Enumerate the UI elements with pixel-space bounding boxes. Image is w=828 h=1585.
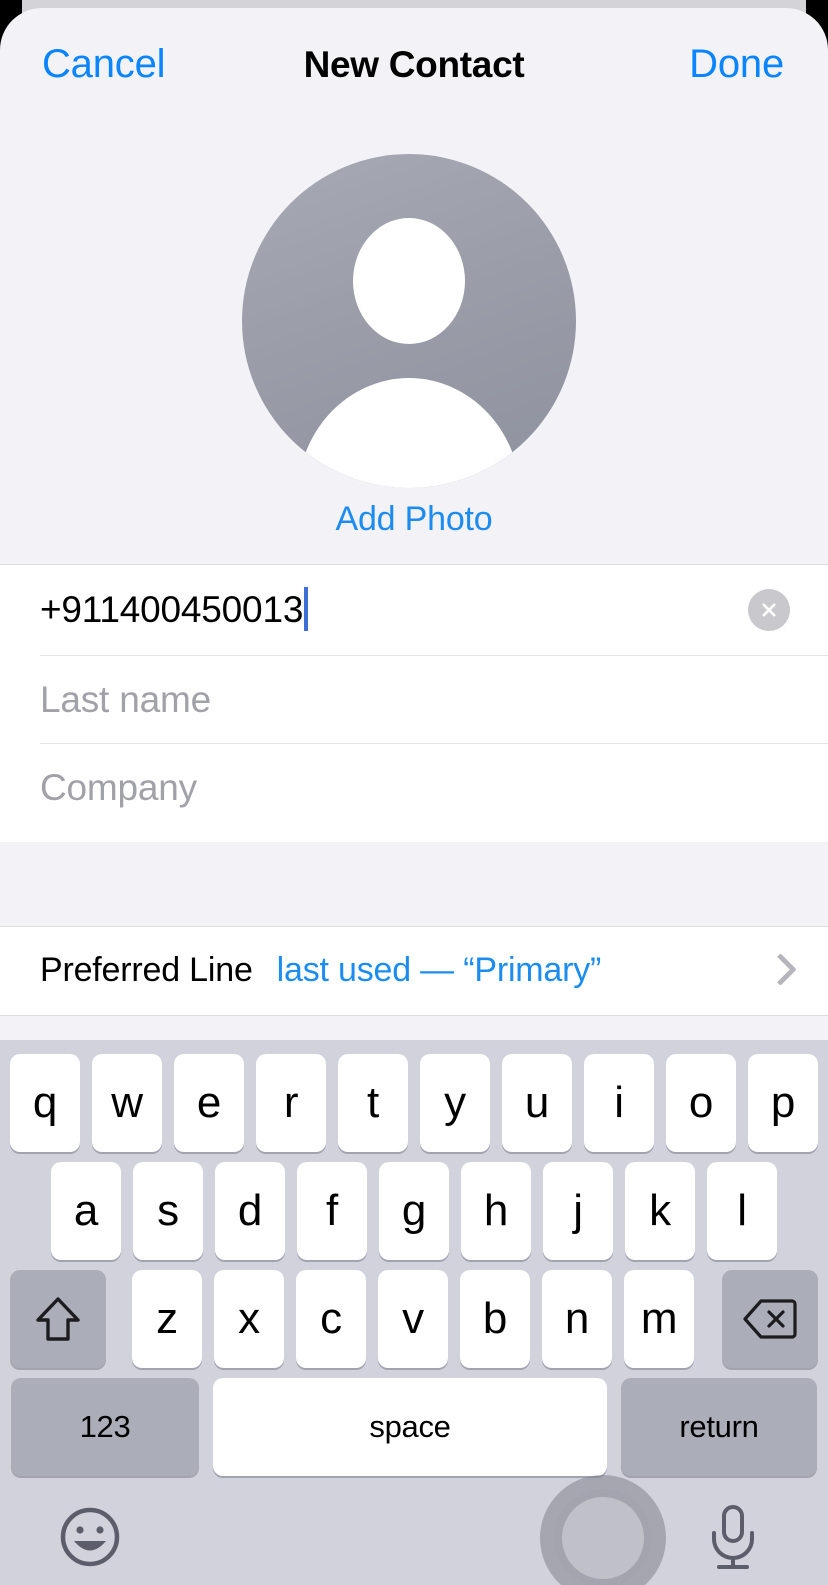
text-cursor xyxy=(304,587,309,631)
backspace-key[interactable] xyxy=(722,1270,818,1368)
new-contact-sheet: Cancel New Contact Done Add Photo +91140… xyxy=(0,8,828,1585)
key-123[interactable]: 123 xyxy=(11,1378,199,1476)
key-t[interactable]: t xyxy=(338,1054,408,1152)
person-icon-head xyxy=(353,218,465,344)
clear-text-button[interactable] xyxy=(748,589,790,631)
key-m[interactable]: m xyxy=(624,1270,694,1368)
keyboard-accessory-bar xyxy=(0,1491,828,1585)
microphone-icon xyxy=(712,1505,754,1569)
last-name-field-row[interactable]: Last name xyxy=(40,655,828,743)
first-name-field-row[interactable]: +911400450013 xyxy=(40,565,828,655)
key-i[interactable]: i xyxy=(584,1054,654,1152)
preferred-line-value[interactable]: last used — “Primary” xyxy=(277,951,602,990)
company-placeholder[interactable]: Company xyxy=(40,767,197,809)
phone-screen: Cancel New Contact Done Add Photo +91140… xyxy=(0,0,828,1585)
backspace-icon xyxy=(743,1299,797,1339)
key-g[interactable]: g xyxy=(379,1162,449,1260)
key-a[interactable]: a xyxy=(51,1162,121,1260)
emoji-keyboard-button[interactable] xyxy=(57,1504,123,1570)
company-field-row[interactable]: Company xyxy=(40,743,828,831)
key-h[interactable]: h xyxy=(461,1162,531,1260)
preferred-line-label: Preferred Line xyxy=(40,950,253,989)
close-icon xyxy=(762,603,776,617)
key-q[interactable]: q xyxy=(10,1054,80,1152)
name-fields-group: +911400450013 Last name Company xyxy=(0,564,828,844)
key-p[interactable]: p xyxy=(748,1054,818,1152)
key-l[interactable]: l xyxy=(707,1162,777,1260)
dictation-button[interactable] xyxy=(705,1502,761,1572)
last-name-placeholder[interactable]: Last name xyxy=(40,679,211,721)
keyboard-row-2: asdfghjkl xyxy=(0,1162,828,1260)
avatar-section: Add Photo xyxy=(0,112,828,564)
emoji-smiley-icon xyxy=(60,1507,120,1567)
contact-photo-placeholder[interactable] xyxy=(242,154,576,488)
key-u[interactable]: u xyxy=(502,1054,572,1152)
key-z[interactable]: z xyxy=(132,1270,202,1368)
key-j[interactable]: j xyxy=(543,1162,613,1260)
key-c[interactable]: c xyxy=(296,1270,366,1368)
navigation-bar: Cancel New Contact Done xyxy=(0,8,828,112)
key-k[interactable]: k xyxy=(625,1162,695,1260)
done-button[interactable]: Done xyxy=(689,40,784,88)
keyboard-row-3: zxcvbnm xyxy=(0,1270,828,1368)
key-d[interactable]: d xyxy=(215,1162,285,1260)
key-w[interactable]: w xyxy=(92,1054,162,1152)
key-y[interactable]: y xyxy=(420,1054,490,1152)
preferred-line-row[interactable]: Preferred Line last used — “Primary” xyxy=(40,927,828,1013)
section-spacer xyxy=(0,842,828,926)
key-n[interactable]: n xyxy=(542,1270,612,1368)
key-space[interactable]: space xyxy=(213,1378,607,1476)
first-name-value[interactable]: +911400450013 xyxy=(40,589,303,631)
add-photo-button[interactable]: Add Photo xyxy=(0,500,828,539)
preferred-line-group: Preferred Line last used — “Primary” xyxy=(0,926,828,1016)
keyboard-row-4: 123 space return xyxy=(0,1378,828,1476)
key-o[interactable]: o xyxy=(666,1054,736,1152)
key-f[interactable]: f xyxy=(297,1162,367,1260)
keyboard-row-1: qwertyuiop xyxy=(0,1054,828,1152)
key-x[interactable]: x xyxy=(214,1270,284,1368)
key-s[interactable]: s xyxy=(133,1162,203,1260)
shift-key[interactable] xyxy=(10,1270,106,1368)
key-e[interactable]: e xyxy=(174,1054,244,1152)
chevron-right-icon xyxy=(768,954,786,986)
person-icon-body xyxy=(297,378,521,488)
key-r[interactable]: r xyxy=(256,1054,326,1152)
key-return[interactable]: return xyxy=(621,1378,817,1476)
key-v[interactable]: v xyxy=(378,1270,448,1368)
shift-arrow-icon xyxy=(36,1297,80,1341)
key-b[interactable]: b xyxy=(460,1270,530,1368)
